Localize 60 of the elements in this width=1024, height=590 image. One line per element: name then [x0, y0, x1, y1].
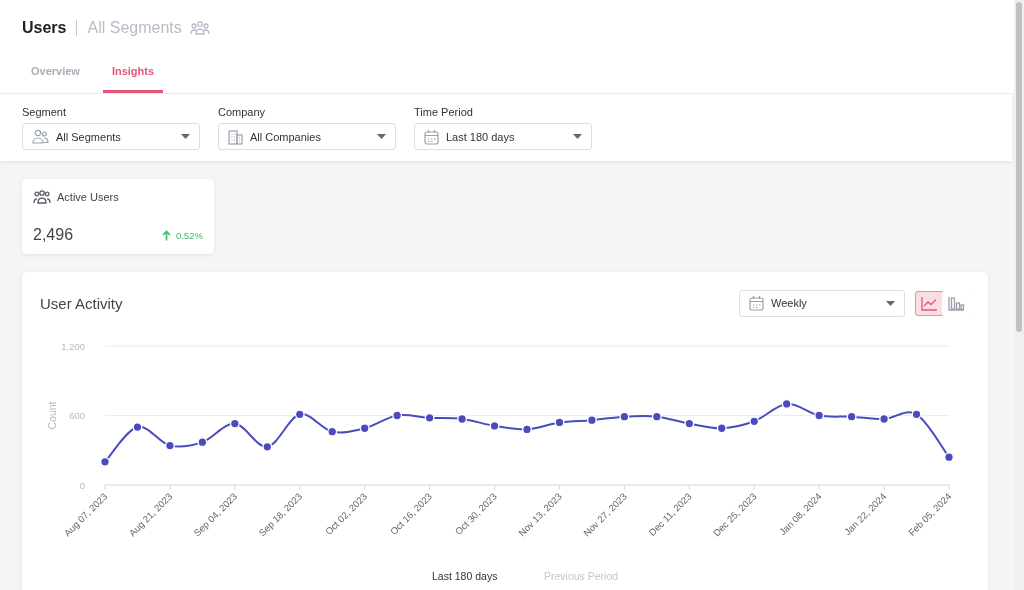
data-point [327, 426, 338, 437]
interval-dropdown[interactable]: Weekly [739, 289, 905, 317]
caret-icon [573, 134, 582, 139]
y-tick-label: 1,200 [61, 340, 85, 352]
y-tick-label: 0 [79, 479, 85, 491]
caret-icon [181, 134, 190, 139]
data-point [554, 417, 565, 428]
legend-item[interactable]: Last 180 days [432, 570, 498, 582]
card-title: Active Users [57, 191, 119, 203]
users-icon [189, 20, 210, 36]
data-point [944, 452, 954, 463]
filter-dropdown[interactable]: Last 180 days [414, 123, 592, 150]
data-point [262, 441, 273, 452]
caret-icon [377, 134, 386, 139]
users-icon [33, 190, 51, 204]
data-point [229, 418, 240, 429]
filter-dropdown[interactable]: All Companies [218, 123, 396, 150]
users-icon [32, 129, 49, 144]
data-point [359, 423, 370, 434]
data-point [879, 414, 890, 424]
data-point [132, 422, 143, 433]
data-point [749, 416, 760, 427]
filter-label: Segment [22, 106, 68, 118]
page-title: Users [22, 19, 67, 37]
calendar-icon [424, 128, 439, 145]
y-axis-title: Count [46, 401, 58, 430]
data-point [586, 415, 597, 426]
building-icon [228, 128, 243, 145]
data-point [100, 456, 110, 467]
data-point [781, 398, 792, 409]
data-point [716, 423, 727, 434]
filter-label: Time Period [414, 106, 474, 118]
y-tick-label: 600 [69, 410, 85, 421]
data-point [619, 411, 630, 422]
data-point [457, 414, 468, 424]
arrow-up-icon [162, 229, 172, 241]
data-point [164, 440, 175, 451]
data-point [846, 411, 857, 422]
bar-chart-icon [948, 295, 965, 311]
segment-title: All Segments [87, 19, 182, 37]
data-point [684, 418, 695, 429]
line-chart-button[interactable] [915, 290, 944, 316]
data-point [651, 411, 662, 422]
data-point [197, 437, 208, 448]
data-point [392, 410, 403, 421]
calendar-icon [749, 295, 764, 311]
data-point [522, 424, 532, 435]
change-percent: 0.52% [176, 229, 203, 241]
active-users-count: 2,496 [33, 226, 74, 244]
filter-dropdown[interactable]: All Segments [22, 123, 200, 150]
filter-label: Company [218, 106, 267, 118]
data-point [294, 409, 305, 420]
data-point [814, 410, 825, 421]
chart-title: User Activity [40, 294, 123, 312]
line-chart-icon [921, 295, 938, 311]
data-point [911, 409, 922, 420]
data-point [489, 421, 500, 431]
data-point [424, 412, 435, 423]
caret-icon [886, 300, 895, 306]
scrollbar[interactable] [1014, 0, 1024, 590]
